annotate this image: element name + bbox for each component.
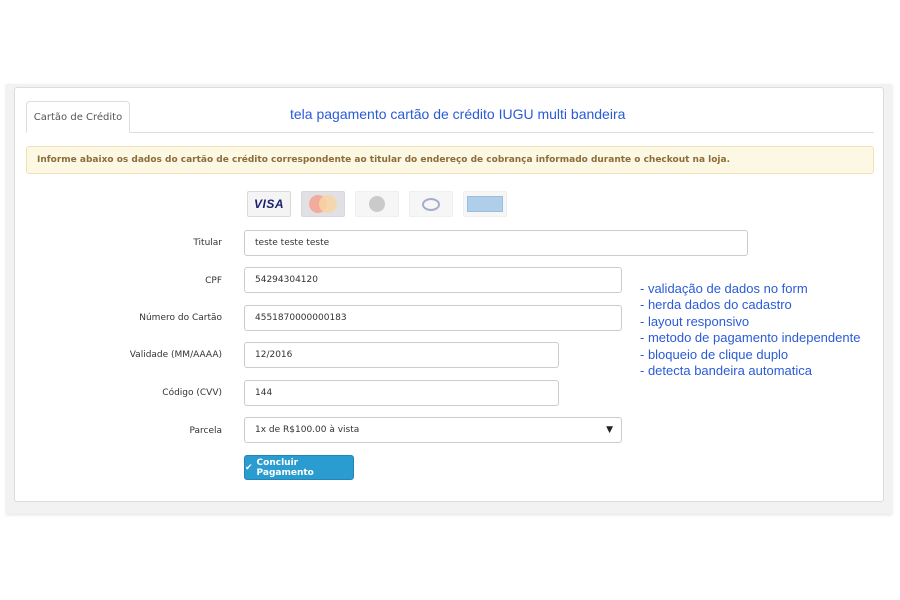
card-number-label: Número do Cartão xyxy=(139,313,222,323)
card-number-input[interactable]: 4551870000000183 xyxy=(244,305,622,331)
diners-brand-icon xyxy=(409,191,453,217)
cvv-label: Código (CVV) xyxy=(162,388,222,398)
feature-note: - validação de dados no form xyxy=(640,281,808,296)
cpf-label: CPF xyxy=(205,276,222,286)
caret-down-icon: ▼ xyxy=(606,425,613,435)
submit-payment-button[interactable]: ✔ Concluir Pagamento xyxy=(244,455,354,480)
feature-notes: - validação de dados no form - herda dad… xyxy=(640,281,860,379)
installments-select[interactable]: 1x de R$100.00 à vista ▼ xyxy=(244,417,622,443)
installments-selected-value: 1x de R$100.00 à vista xyxy=(255,425,360,435)
tab-credit-card[interactable]: Cartão de Crédito xyxy=(26,101,130,133)
info-alert: Informe abaixo os dados do cartão de cré… xyxy=(26,146,874,174)
expiry-input[interactable]: 12/2016 xyxy=(244,342,559,368)
mastercard-brand-icon xyxy=(301,191,345,217)
titular-label: Titular xyxy=(193,238,222,248)
titular-input[interactable]: teste teste teste xyxy=(244,230,748,256)
feature-note: - layout responsivo xyxy=(640,313,750,329)
feature-note: - bloqueio de clique duplo xyxy=(640,346,789,362)
tab-bar-divider xyxy=(26,132,874,133)
submit-payment-label: Concluir Pagamento xyxy=(256,457,314,478)
feature-note: - herda dados do cadastro xyxy=(640,297,792,313)
cvv-input[interactable]: 144 xyxy=(244,380,559,406)
visa-brand-icon: VISA xyxy=(247,191,291,217)
installments-label: Parcela xyxy=(189,426,222,436)
check-icon: ✔ xyxy=(245,462,253,473)
elo-brand-icon xyxy=(355,191,399,217)
expiry-label: Validade (MM/AAAA) xyxy=(129,350,222,360)
amex-brand-icon xyxy=(463,191,507,217)
feature-note: - metodo de pagamento independente xyxy=(640,330,861,346)
feature-note: - detecta bandeira automatica xyxy=(640,363,812,379)
cpf-input[interactable]: 54294304120 xyxy=(244,267,622,293)
annotation-title: tela pagamento cartão de crédito IUGU mu… xyxy=(290,106,626,122)
card-brand-list: VISA xyxy=(247,191,507,217)
